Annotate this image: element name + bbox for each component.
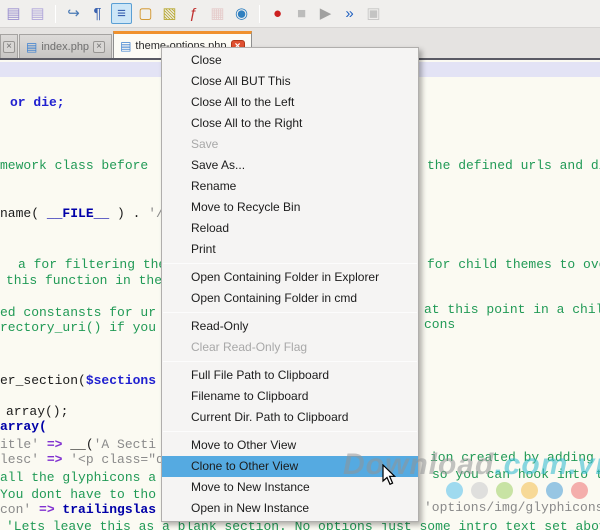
code-fragment: all the glyphicons a xyxy=(0,470,156,485)
tab-close-icon[interactable]: × xyxy=(3,41,15,53)
code-fragment: ion created by adding a xyxy=(430,450,600,465)
menu-item-current-dir-path-to-clipboard[interactable]: Current Dir. Path to Clipboard xyxy=(162,407,418,428)
tab-context-menu: CloseClose All BUT ThisClose All to the … xyxy=(161,47,419,522)
macro-save-icon: ▣ xyxy=(363,3,384,24)
code-fragment: array(); xyxy=(6,404,68,419)
code-fragment: 'options/img/glyphicons, xyxy=(424,500,600,515)
menu-item-save-as[interactable]: Save As... xyxy=(162,155,418,176)
indent-guide-icon[interactable]: ≡ xyxy=(111,3,132,24)
document-map-icon[interactable]: ▧ xyxy=(159,3,180,24)
toolbar: ▤▤ ↪¶≡▢▧ƒ▦◉ ●■▶»▣ xyxy=(0,0,600,28)
code-fragment: this function in the xyxy=(6,273,162,288)
print-preview-icon: ▦ xyxy=(207,3,228,24)
menu-item-close-all-to-the-right[interactable]: Close All to the Right xyxy=(162,113,418,134)
menu-item-rename[interactable]: Rename xyxy=(162,176,418,197)
tab-partial[interactable]: × xyxy=(0,34,18,58)
macro-play-icon: ▶ xyxy=(315,3,336,24)
toolbar-separator xyxy=(55,5,56,23)
menu-item-close[interactable]: Close xyxy=(162,50,418,71)
menu-separator xyxy=(163,431,417,432)
tab-label: index.php xyxy=(41,41,89,53)
menu-item-save: Save xyxy=(162,134,418,155)
menu-item-full-file-path-to-clipboard[interactable]: Full File Path to Clipboard xyxy=(162,365,418,386)
code-fragment: array( xyxy=(0,419,47,434)
code-fragment: ed constansts for ur xyxy=(0,305,156,320)
menu-item-reload[interactable]: Reload xyxy=(162,218,418,239)
monitoring-eye-icon[interactable]: ◉ xyxy=(231,3,252,24)
menu-item-clone-to-other-view[interactable]: Clone to Other View xyxy=(162,456,418,477)
tab-index-php[interactable]: ▤ index.php × xyxy=(19,34,112,58)
menu-item-open-containing-folder-in-cmd[interactable]: Open Containing Folder in cmd xyxy=(162,288,418,309)
lock-alt-icon[interactable]: ▤ xyxy=(27,3,48,24)
user-defined-language-icon[interactable]: ▢ xyxy=(135,3,156,24)
macro-stop-icon: ■ xyxy=(291,3,312,24)
function-list-icon[interactable]: ƒ xyxy=(183,3,204,24)
file-icon: ▤ xyxy=(120,40,131,52)
lock-icon[interactable]: ▤ xyxy=(3,3,24,24)
menu-item-print[interactable]: Print xyxy=(162,239,418,260)
menu-item-move-to-recycle-bin[interactable]: Move to Recycle Bin xyxy=(162,197,418,218)
menu-item-clear-read-only-flag: Clear Read-Only Flag xyxy=(162,337,418,358)
menu-item-move-to-new-instance[interactable]: Move to New Instance xyxy=(162,477,418,498)
menu-item-move-to-other-view[interactable]: Move to Other View xyxy=(162,435,418,456)
code-fragment: lesc' => '<p class="d xyxy=(0,452,164,467)
code-fragment: er_section($sections xyxy=(0,373,156,388)
menu-item-close-all-but-this[interactable]: Close All BUT This xyxy=(162,71,418,92)
macro-run-multiple-icon[interactable]: » xyxy=(339,3,360,24)
code-fragment: so you can hook into th xyxy=(432,467,600,482)
code-fragment: You dont have to tho xyxy=(0,487,156,502)
toolbar-separator xyxy=(259,5,260,23)
menu-item-filename-to-clipboard[interactable]: Filename to Clipboard xyxy=(162,386,418,407)
menu-separator xyxy=(163,361,417,362)
code-fragment: name( __FILE__ ) . '/ xyxy=(0,206,164,221)
macro-record-icon[interactable]: ● xyxy=(267,3,288,24)
code-fragment: the defined urls and di xyxy=(427,158,600,173)
menu-separator xyxy=(163,263,417,264)
code-fragment: rectory_uri() if you xyxy=(0,320,156,335)
code-fragment: or die; xyxy=(10,95,65,110)
code-fragment: mework class before xyxy=(0,158,148,173)
tab-close-icon[interactable]: × xyxy=(93,41,105,53)
code-fragment: itle' => __('A Secti xyxy=(0,437,156,452)
word-wrap-icon[interactable]: ↪ xyxy=(63,3,84,24)
menu-separator xyxy=(163,312,417,313)
menu-item-close-all-to-the-left[interactable]: Close All to the Left xyxy=(162,92,418,113)
code-fragment: for child themes to ove xyxy=(427,257,600,272)
menu-item-open-containing-folder-in-explorer[interactable]: Open Containing Folder in Explorer xyxy=(162,267,418,288)
file-icon: ▤ xyxy=(26,41,37,53)
code-fragment: at this point in a child xyxy=(424,302,600,317)
code-fragment: cons xyxy=(424,317,455,332)
show-all-characters-icon[interactable]: ¶ xyxy=(87,3,108,24)
code-fragment: a for filtering the s xyxy=(18,257,182,272)
menu-item-read-only[interactable]: Read-Only xyxy=(162,316,418,337)
menu-item-open-in-new-instance[interactable]: Open in New Instance xyxy=(162,498,418,519)
code-fragment: con' => trailingslas xyxy=(0,502,156,517)
